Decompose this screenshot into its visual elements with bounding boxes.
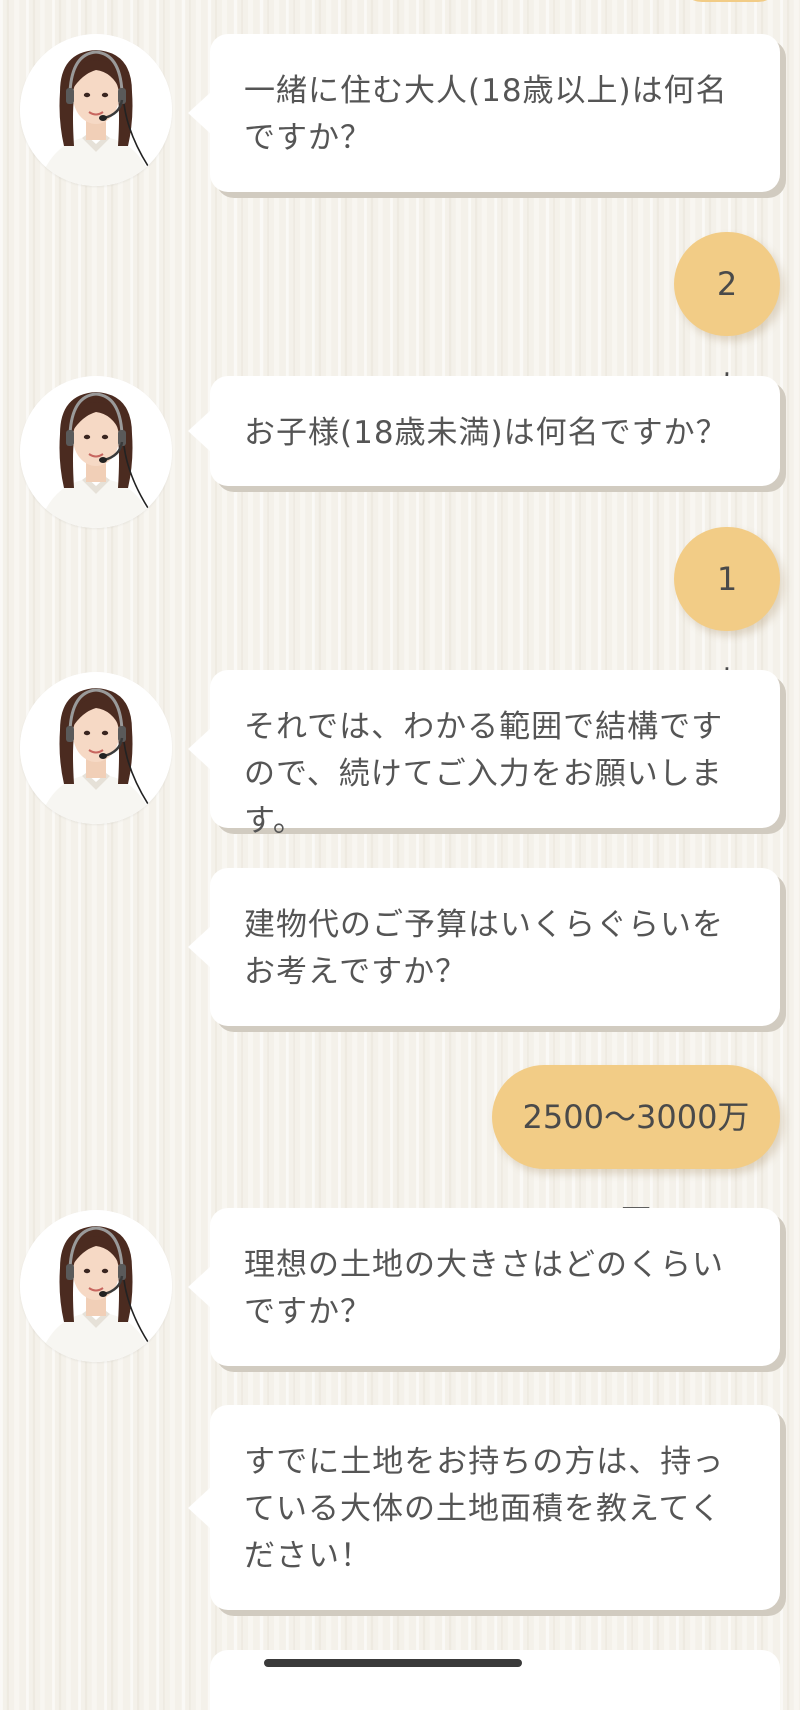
question-adults-bubble: 一緒に住む大人(18歳以上)は何名ですか？ [188,34,780,192]
answer-budget-bubble: 2500〜3000万円 [492,1065,780,1240]
question-land-size-text: 理想の土地の大きさはどのくらいですか？ [244,1247,724,1330]
question-children-bubble: お子様(18歳未満)は何名ですか？ [188,376,780,486]
operator-avatar-icon [20,1210,172,1362]
operator-avatar-icon [20,672,172,824]
previous-answer-bubble [680,0,780,2]
question-adults-text: 一緒に住む大人(18歳以上)は何名ですか？ [244,73,728,156]
question-land-owned-bubble: すでに土地をお持ちの方は、持っている大体の土地面積を教えてください！ [188,1405,780,1610]
question-budget-text: 建物代のご予算はいくらぐらいをお考えですか？ [244,907,724,990]
question-land-size-bubble: 理想の土地の大きさはどのくらいですか？ [188,1208,780,1366]
operator-avatar-icon [20,34,172,186]
operator-avatar-icon [20,376,172,528]
question-land-owned-text: すでに土地をお持ちの方は、持っている大体の土地面積を教えてください！ [244,1444,725,1574]
answer-adults-bubble: 2人 [674,232,780,407]
question-children-text: お子様(18歳未満)は何名ですか？ [244,415,728,451]
info-continue-bubble: それでは、わかる範囲で結構ですので、続けてご入力をお願いします。 [188,670,780,839]
answer-children-bubble: 1人 [674,527,780,702]
info-continue-text: それでは、わかる範囲で結構ですので、続けてご入力をお願いします。 [244,709,724,839]
home-indicator[interactable] [264,1659,522,1667]
chat-thread: 一緒に住む大人(18歳以上)は何名ですか？ 2人 お子様(18歳未満)は何名です… [0,0,800,1710]
question-budget-bubble: 建物代のご予算はいくらぐらいをお考えですか？ [188,868,780,1026]
